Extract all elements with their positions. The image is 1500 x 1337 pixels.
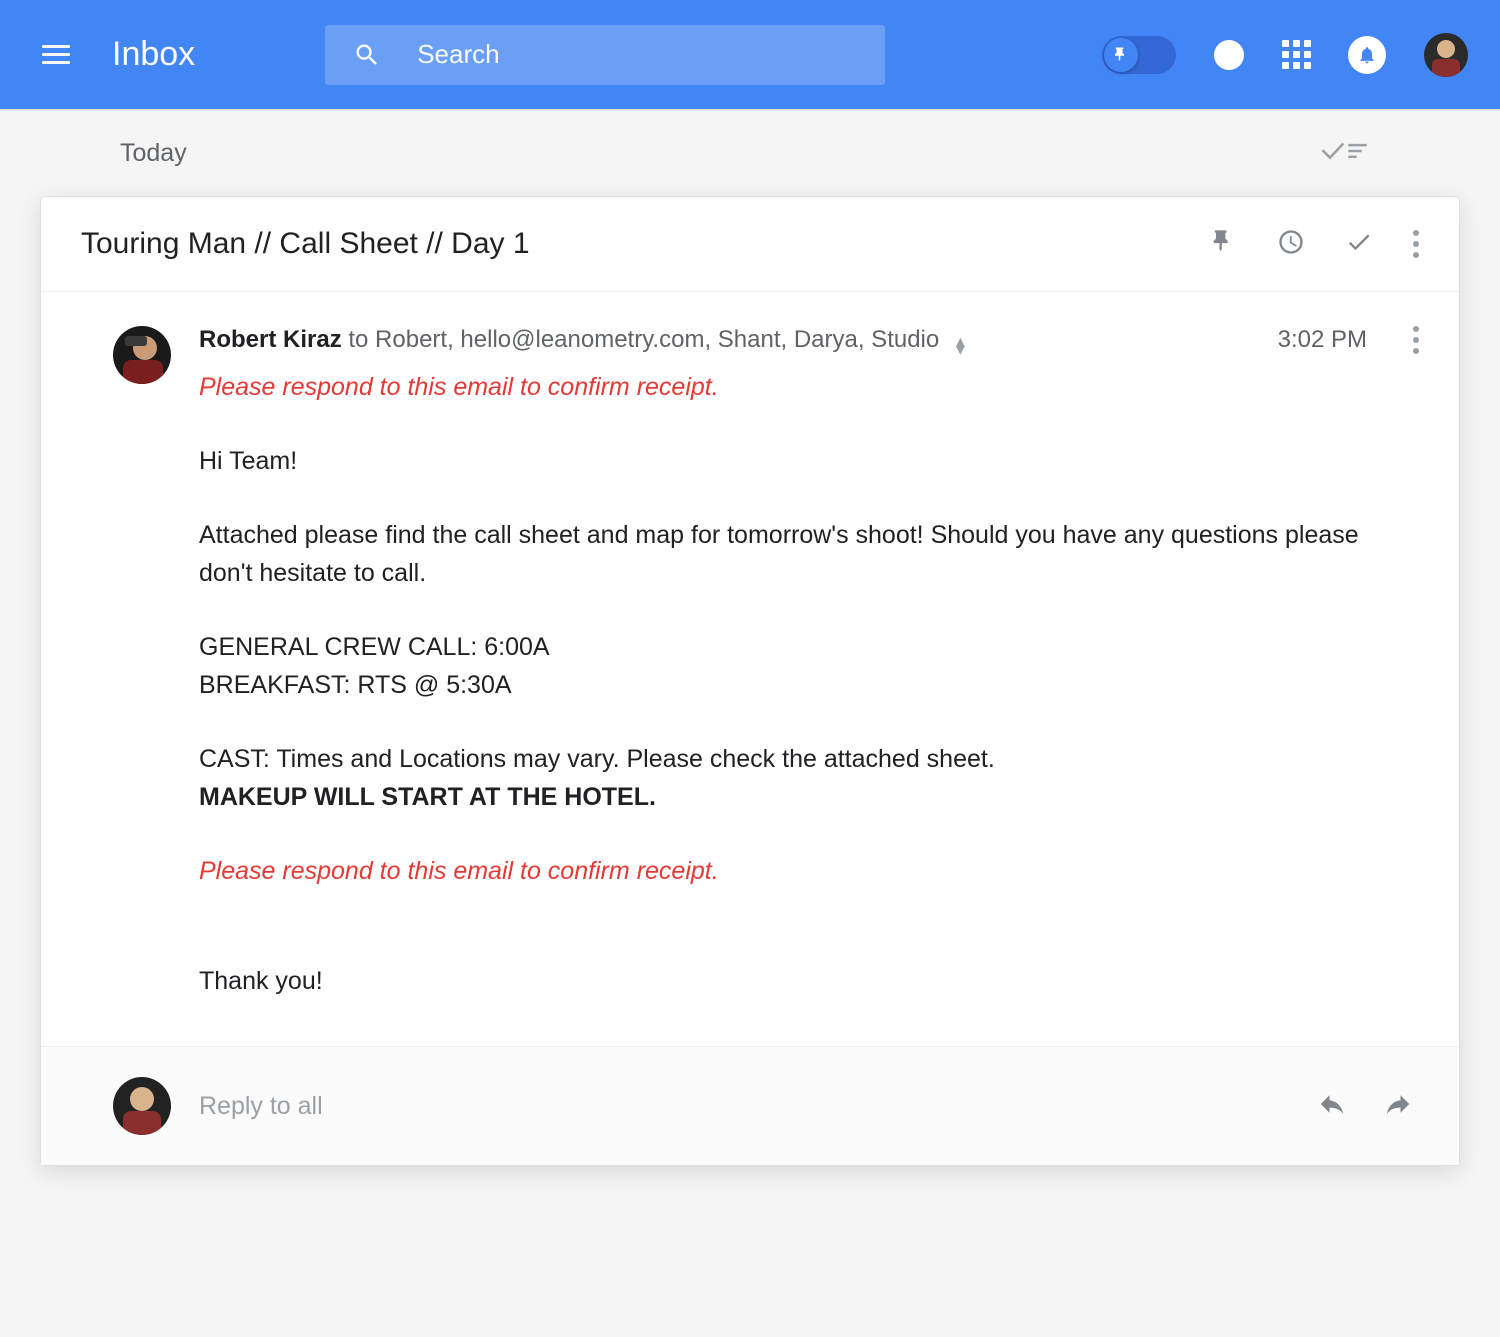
apps-icon[interactable] <box>1282 40 1310 69</box>
pin-toggle[interactable] <box>1102 36 1176 74</box>
more-button[interactable] <box>1413 230 1419 258</box>
forward-icon <box>1383 1089 1413 1119</box>
subject-row: Touring Man // Call Sheet // Day 1 <box>41 197 1459 292</box>
message-header: Robert Kiraz to Robert, hello@leanometry… <box>199 326 1419 354</box>
confirm-notice-bottom: Please respond to this email to confirm … <box>199 852 1419 890</box>
menu-button[interactable] <box>32 31 80 79</box>
body-paragraph: Attached please find the call sheet and … <box>199 516 1419 592</box>
app-header: Inbox Search <box>0 0 1500 109</box>
notifications-button[interactable] <box>1348 36 1386 74</box>
reply-placeholder: Reply to all <box>199 1092 323 1121</box>
message-time: 3:02 PM <box>1278 326 1397 354</box>
general-crew-call: GENERAL CREW CALL: 6:00A <box>199 628 1419 666</box>
thanks-line: Thank you! <box>199 962 1419 1000</box>
email-card: Touring Man // Call Sheet // Day 1 Rober… <box>40 196 1460 1166</box>
bell-icon <box>1357 45 1377 65</box>
pin-button[interactable] <box>1209 228 1237 261</box>
sender-name: Robert Kiraz <box>199 326 342 353</box>
message: Robert Kiraz to Robert, hello@leanometry… <box>41 292 1459 1046</box>
section-header: Today <box>0 111 1500 196</box>
search-icon <box>353 41 381 69</box>
clock-icon <box>1277 228 1305 256</box>
expand-recipients-icon[interactable]: ▴▾ <box>956 337 965 353</box>
pin-icon <box>1112 46 1130 64</box>
section-title: Today <box>120 139 187 168</box>
reply-actions <box>1317 1089 1413 1124</box>
search-input[interactable]: Search <box>325 25 885 85</box>
message-main: Robert Kiraz to Robert, hello@leanometry… <box>199 326 1419 1000</box>
to-prefix: to <box>348 326 368 353</box>
pin-icon <box>1209 228 1237 256</box>
breakfast-line: BREAKFAST: RTS @ 5:30A <box>199 666 1419 704</box>
hamburger-icon <box>42 40 70 69</box>
reply-button[interactable] <box>1317 1089 1347 1124</box>
header-actions <box>1102 33 1468 77</box>
cast-line: CAST: Times and Locations may vary. Plea… <box>199 740 1419 778</box>
subject-actions <box>1209 228 1419 261</box>
snooze-button[interactable] <box>1277 228 1305 261</box>
reply-row[interactable]: Reply to all <box>41 1046 1459 1165</box>
user-avatar <box>113 1077 171 1135</box>
mark-done-button[interactable] <box>1320 137 1370 170</box>
greeting: Hi Team! <box>199 442 1419 480</box>
app-title: Inbox <box>112 35 195 74</box>
sender-avatar[interactable] <box>113 326 171 384</box>
chat-icon[interactable] <box>1214 40 1244 70</box>
email-subject: Touring Man // Call Sheet // Day 1 <box>81 227 530 261</box>
message-body: Please respond to this email to confirm … <box>199 368 1419 1000</box>
makeup-line: MAKEUP WILL START AT THE HOTEL. <box>199 778 1419 816</box>
forward-button[interactable] <box>1383 1089 1413 1124</box>
search-placeholder: Search <box>417 39 499 70</box>
reply-icon <box>1317 1089 1347 1119</box>
recipients-line[interactable]: Robert Kiraz to Robert, hello@leanometry… <box>199 326 965 354</box>
sweep-icon <box>1320 137 1370 165</box>
account-avatar[interactable] <box>1424 33 1468 77</box>
check-icon <box>1345 228 1373 256</box>
confirm-notice-top: Please respond to this email to confirm … <box>199 368 1419 406</box>
recipients: Robert, hello@leanometry.com, Shant, Dar… <box>375 326 939 353</box>
done-button[interactable] <box>1345 228 1373 261</box>
message-more-button[interactable] <box>1413 326 1419 354</box>
